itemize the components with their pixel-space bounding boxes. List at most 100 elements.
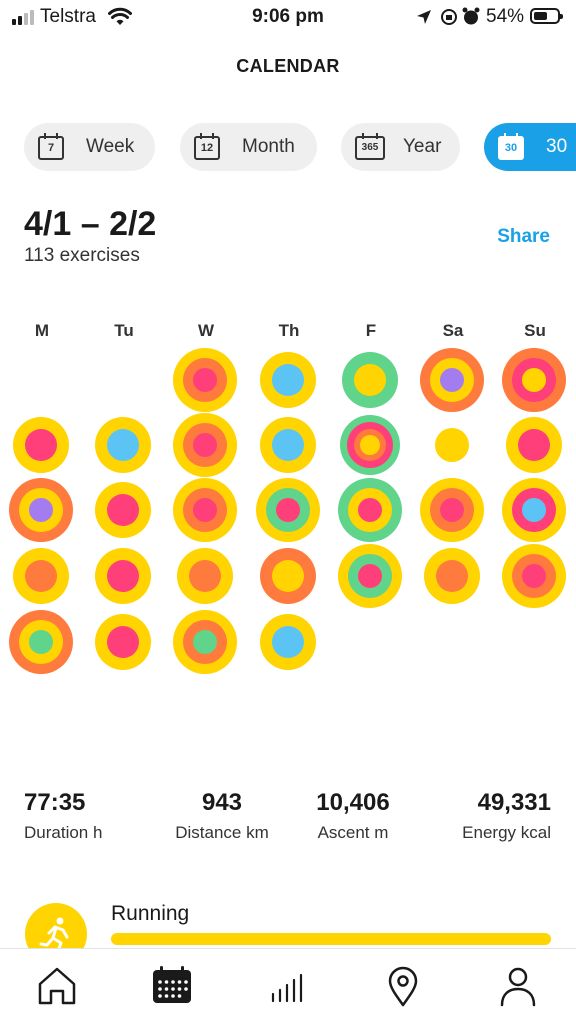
date-range: 4/1 – 2/2 (24, 205, 157, 243)
activity-ring (272, 626, 304, 658)
activity-ring (107, 560, 139, 592)
calendar-day[interactable] (337, 347, 403, 413)
tab-bar (0, 948, 576, 1025)
stat-energy-value: 49,331 (477, 789, 551, 816)
activity-ring (193, 630, 217, 654)
weekday-sat: Sa (442, 321, 464, 340)
calendar-day[interactable] (501, 543, 567, 609)
period-year-button[interactable]: 365 Year (341, 123, 460, 171)
activity-ring (107, 429, 139, 461)
weekday-sun: Su (524, 321, 546, 340)
exercise-count: 113 exercises (24, 245, 140, 266)
calendar-day[interactable] (172, 543, 238, 609)
period-year-label: Year (403, 136, 442, 157)
calendar-day[interactable] (419, 412, 485, 478)
activity-bar (111, 933, 551, 945)
calendar-day[interactable] (90, 412, 156, 478)
battery-percent: 54% (486, 6, 525, 27)
calendar-day[interactable] (255, 412, 321, 478)
activity-ring (522, 368, 546, 392)
period-month-button[interactable]: 12 Month (180, 123, 317, 171)
activity-ring (358, 564, 382, 588)
activity-ring (29, 630, 53, 654)
stat-distance-label: Distance km (175, 823, 269, 842)
weekday-mon: M (34, 321, 50, 340)
activity-ring (272, 560, 304, 592)
activity-ring (189, 560, 221, 592)
activity-ring (436, 560, 468, 592)
activity-ring (25, 560, 57, 592)
weekday-fri: F (365, 321, 377, 340)
calendar-day[interactable] (419, 543, 485, 609)
share-button[interactable]: Share (497, 226, 550, 248)
calendar-day[interactable] (501, 477, 567, 543)
calendar-day[interactable] (337, 412, 403, 478)
calendar-day[interactable] (90, 477, 156, 543)
calendar-day[interactable] (90, 609, 156, 675)
activity-ring (358, 498, 382, 522)
calendar-day[interactable] (501, 412, 567, 478)
weekday-wed: W (197, 321, 215, 340)
calendar-day[interactable] (255, 543, 321, 609)
activity-ring (107, 626, 139, 658)
activity-label: Running (111, 902, 190, 925)
period-month-label: Month (242, 136, 295, 157)
activity-ring (193, 498, 217, 522)
activity-ring (440, 368, 464, 392)
calendar-day[interactable] (255, 609, 321, 675)
tab-stats[interactable] (264, 963, 310, 1009)
calendar-day[interactable] (90, 543, 156, 609)
alarm-icon (462, 7, 480, 25)
weekday-tue: Tu (114, 321, 134, 340)
page-title: CALENDAR (236, 56, 340, 76)
calendar-day[interactable] (172, 347, 238, 413)
activity-ring (522, 564, 546, 588)
orientation-lock-icon (441, 9, 457, 25)
calendar-day[interactable] (8, 412, 74, 478)
stat-duration-value: 77:35 (24, 789, 86, 816)
activity-ring (193, 368, 217, 392)
activity-ring (25, 429, 57, 461)
tab-home[interactable] (34, 963, 80, 1009)
calendar-day[interactable] (255, 347, 321, 413)
stat-energy-label: Energy kcal (462, 823, 551, 842)
calendar-30-icon: 30 (498, 133, 528, 161)
calendar-day[interactable] (255, 477, 321, 543)
period-week-label: Week (86, 136, 135, 157)
period-30-label: 30 (546, 136, 568, 157)
calendar-month-icon: 12 (194, 133, 224, 161)
activity-ring (193, 433, 217, 457)
tab-calendar[interactable] (149, 963, 195, 1009)
calendar-icon (153, 966, 191, 1003)
calendar-day[interactable] (8, 609, 74, 675)
activity-ring (29, 498, 53, 522)
calendar-day[interactable] (172, 609, 238, 675)
calendar-year-icon: 365 (355, 133, 385, 161)
calendar-day[interactable] (337, 543, 403, 609)
activity-ring (272, 364, 304, 396)
activity-ring (272, 429, 304, 461)
location-arrow-icon (417, 10, 431, 24)
stat-ascent-value: 10,406 (316, 789, 390, 816)
calendar-day[interactable] (419, 477, 485, 543)
period-30-button[interactable]: 30 30 (484, 123, 576, 171)
calendar-day[interactable] (172, 412, 238, 478)
activity-ring (435, 428, 469, 462)
calendar-day[interactable] (8, 543, 74, 609)
activity-ring (440, 498, 464, 522)
activity-ring (518, 429, 550, 461)
calendar-day[interactable] (337, 477, 403, 543)
calendar-day[interactable] (419, 347, 485, 413)
stats-icon (271, 973, 303, 1003)
calendar-day[interactable] (8, 477, 74, 543)
status-bar: Telstra 9:06 pm 54% (0, 0, 576, 34)
calendar-day[interactable] (501, 347, 567, 413)
tab-map[interactable] (380, 963, 426, 1009)
tab-profile[interactable] (495, 963, 541, 1009)
period-week-button[interactable]: 7 Week (24, 123, 155, 171)
activity-ring (354, 364, 386, 396)
stat-ascent-label: Ascent m (317, 823, 389, 842)
calendar-week-icon: 7 (38, 133, 68, 161)
calendar-day[interactable] (172, 477, 238, 543)
weekday-thu: Th (278, 321, 300, 340)
